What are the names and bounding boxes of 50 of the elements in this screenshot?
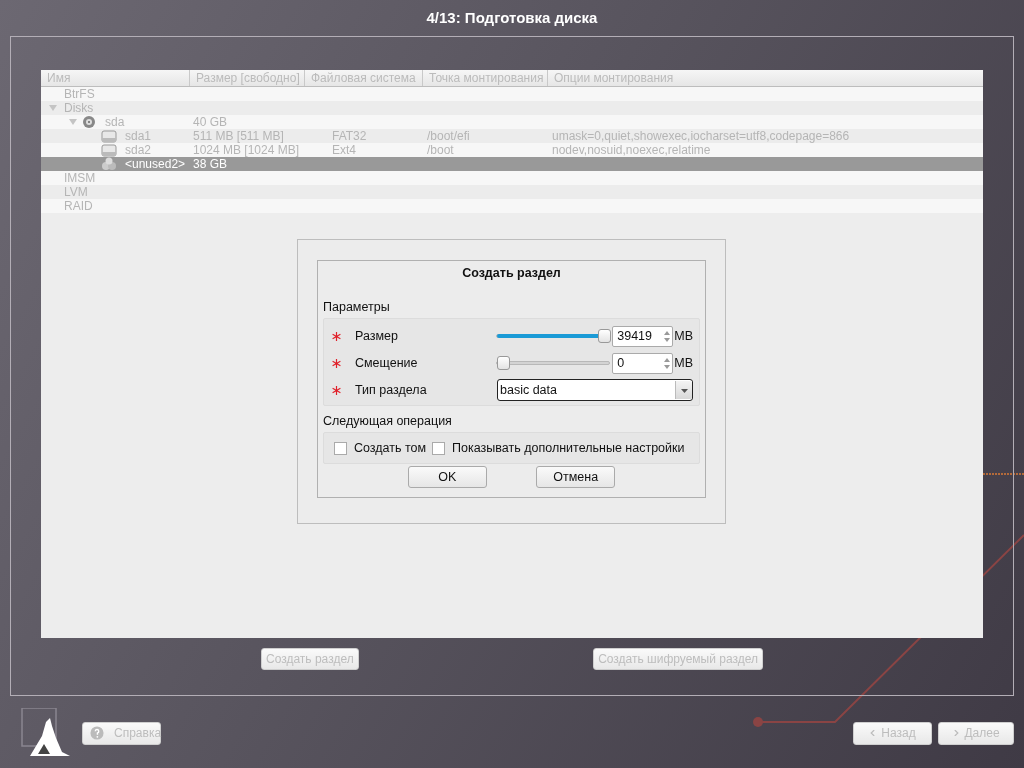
slider-thumb[interactable] bbox=[497, 356, 511, 370]
dialog-title: Создать раздел bbox=[462, 266, 561, 280]
tree-row[interactable]: IMSM bbox=[41, 171, 983, 185]
column-header[interactable]: Размер [свободно] bbox=[190, 70, 305, 86]
section-label: Следующая операция bbox=[323, 414, 452, 428]
field-label: Смещение bbox=[355, 356, 418, 370]
tree-row[interactable]: RAID bbox=[41, 199, 983, 213]
help-icon bbox=[89, 726, 105, 740]
filesystem-cell: Ext4 bbox=[332, 143, 356, 157]
drive-icon bbox=[101, 129, 117, 143]
checkbox[interactable] bbox=[432, 441, 446, 455]
mount-point-cell: /boot bbox=[427, 143, 454, 157]
slider-thumb[interactable] bbox=[598, 329, 612, 343]
spin-field[interactable]: 0 bbox=[612, 352, 674, 374]
section-label: Параметры bbox=[323, 300, 390, 314]
item-name: RAID bbox=[63, 199, 93, 213]
mount-options-cell: nodev,nosuid,noexec,relatime bbox=[552, 143, 711, 157]
size-cell: 1024 MB [1024 MB] bbox=[193, 143, 300, 157]
window-title: 4/13: Подготовка диска bbox=[426, 9, 598, 26]
checkbox[interactable] bbox=[334, 441, 347, 455]
dialog-button[interactable]: OK bbox=[407, 466, 487, 488]
checkbox-label: Создать том bbox=[354, 441, 427, 455]
size-cell: 40 GB bbox=[193, 115, 228, 129]
size-cell: 38 GB bbox=[193, 157, 228, 171]
drive-icon bbox=[101, 143, 117, 157]
slider[interactable] bbox=[496, 328, 611, 344]
checkbox-label: Показывать дополнительные настройки bbox=[452, 441, 685, 455]
tree-row[interactable]: sda 40 GB bbox=[41, 115, 983, 129]
item-name: sda bbox=[104, 115, 125, 129]
slider[interactable] bbox=[496, 355, 611, 371]
pie-icon bbox=[101, 157, 117, 171]
unit-label: MB bbox=[674, 329, 693, 343]
next-button[interactable]: Далее bbox=[938, 721, 1014, 745]
tree-row[interactable]: <unused2> 38 GB bbox=[41, 157, 983, 171]
tree-row[interactable]: BtrFS bbox=[41, 87, 983, 101]
field-label: Тип раздела bbox=[355, 383, 427, 397]
chevron-right-icon bbox=[952, 730, 961, 736]
chevron-left-icon bbox=[869, 730, 878, 736]
tree-row[interactable]: sda2 1024 MB [1024 MB] Ext4 /boot nodev,nosuid,noexec,relatime bbox=[41, 143, 983, 157]
column-header[interactable]: Имя bbox=[41, 70, 190, 86]
item-name: IMSM bbox=[63, 171, 96, 185]
dialog-button[interactable]: Отмена bbox=[536, 466, 616, 488]
disk-icon bbox=[81, 115, 97, 129]
item-name: BtrFS bbox=[63, 87, 95, 101]
dropdown[interactable]: basic data bbox=[497, 379, 693, 401]
unit-label: MB bbox=[674, 356, 693, 370]
item-name: sda2 bbox=[124, 143, 152, 157]
field-label: Размер bbox=[355, 329, 398, 343]
spin-field[interactable]: 39419 bbox=[612, 325, 674, 347]
item-name: <unused2> bbox=[124, 157, 186, 171]
